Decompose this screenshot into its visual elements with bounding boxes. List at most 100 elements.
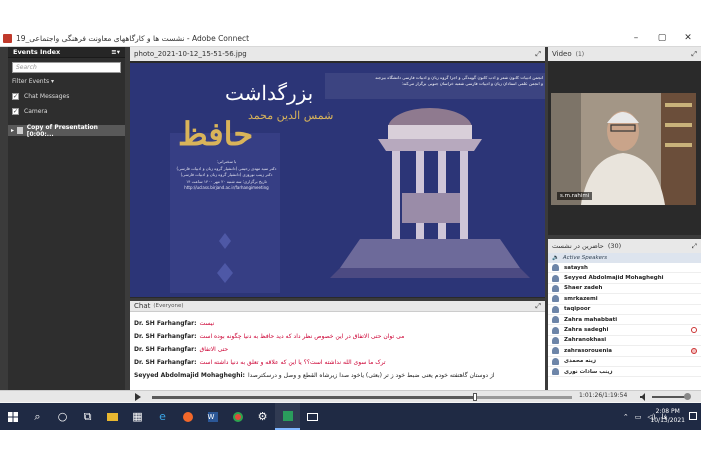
- volume-handle[interactable]: [684, 393, 691, 400]
- attendee-name: Zahra mahabbati: [564, 316, 618, 323]
- video-pod-header: Video (1) ⤢: [548, 47, 701, 61]
- events-index-pod: Events Index ≡▾ Search Filter Events ▾ ✓…: [8, 47, 125, 390]
- cortana-icon[interactable]: ○: [50, 403, 75, 430]
- document-icon: [17, 127, 23, 134]
- minimize-button[interactable]: –: [623, 33, 649, 43]
- checkbox-label: Chat Messages: [24, 93, 70, 100]
- close-button[interactable]: ✕: [675, 33, 701, 43]
- attendee-row[interactable]: Zahra sadeghi: [548, 325, 701, 336]
- edge-icon[interactable]: e: [150, 403, 175, 430]
- status-away-icon: [691, 327, 697, 334]
- chat-pod-header: Chat (Everyone) ⤢: [130, 301, 545, 312]
- file-explorer-icon[interactable]: [100, 403, 125, 430]
- search-icon[interactable]: ⌕: [25, 403, 50, 430]
- fullscreen-icon[interactable]: ⤢: [691, 50, 697, 59]
- chat-text: نیست: [199, 320, 215, 327]
- attendee-row[interactable]: Zahra mahabbati: [548, 315, 701, 326]
- attendee-row[interactable]: zahrasorouenia: [548, 346, 701, 357]
- attendee-name: زینب سادات نوری: [564, 368, 613, 375]
- adobe-connect-window: نشست ها و کارگاههای معاونت فرهنگی واجتما…: [0, 0, 701, 460]
- events-pod-header: Events Index ≡▾: [8, 47, 125, 58]
- chat-message: Dr. SH Farhangfar: نیست: [134, 320, 214, 327]
- user-icon: [552, 368, 559, 376]
- task-view-icon[interactable]: ⧉: [75, 403, 100, 430]
- photos-icon[interactable]: [300, 403, 325, 430]
- seek-handle[interactable]: [473, 393, 478, 401]
- poster-speakers: با سخنرانی: دکتر سید مهدی رحیمی (دانشیار…: [174, 159, 279, 192]
- attendee-row[interactable]: زینب سادات نوری: [548, 367, 701, 378]
- play-icon[interactable]: [135, 393, 141, 401]
- attendee-name: sataysh: [564, 264, 588, 271]
- attendee-row[interactable]: taqipoor: [548, 305, 701, 315]
- volume-icon[interactable]: [640, 393, 648, 401]
- share-pod: photo_2021-10-12_15-51-56.jpg ⤢ بزرگداشت…: [130, 47, 545, 298]
- chat-message-list: Dr. SH Farhangfar: نیست Dr. SH Farhangfar…: [130, 314, 545, 390]
- store-icon[interactable]: ▦: [125, 403, 150, 430]
- meeting-room: Events Index ≡▾ Search Filter Events ▾ ✓…: [0, 47, 701, 390]
- fullscreen-icon[interactable]: ⤢: [692, 242, 697, 251]
- chat-message: Dr. SH Farhangfar: می توان حتی الاتفاق در…: [134, 333, 404, 340]
- attendee-name: Zahra sadeghi: [564, 327, 609, 334]
- attendees-pod-title: حاضرین در نشست: [552, 242, 604, 250]
- shared-image: بزرگداشت شمس الدين محمد حافظ انجمن ادبیا…: [130, 63, 545, 297]
- windows-taskbar: ⌕ ○ ⧉ ▦ e W ⚙ ⌃ ▭ ◁) فا 2:08 PM 10/13/20…: [0, 403, 701, 430]
- user-icon: [552, 326, 559, 334]
- pod-menu-icon[interactable]: ≡▾: [111, 48, 120, 56]
- poster-url: http://uclass.birjand.ac.ir/farhangimeet…: [184, 185, 269, 190]
- settings-gear-icon[interactable]: ⚙: [250, 403, 275, 430]
- attendee-row[interactable]: Shaer zadeh: [548, 284, 701, 295]
- attendee-row[interactable]: Zahranokhasi: [548, 336, 701, 347]
- active-speakers-group: 🔈 Active Speakers: [548, 253, 701, 263]
- chat-sender: Seyyed Abdolmajid Mohagheghi:: [134, 372, 245, 379]
- user-icon: [552, 284, 559, 292]
- attendee-row[interactable]: زینه محمدی: [548, 357, 701, 367]
- seek-progress: [152, 396, 476, 399]
- event-item-presentation[interactable]: ▸ Copy of Presentation [0:00:...: [8, 124, 125, 138]
- chat-message: Dr. SH Farhangfar: حتی الاتفاق: [134, 346, 228, 353]
- checkbox-checked-icon: ✓: [12, 93, 19, 100]
- checkbox-checked-icon: ✓: [12, 108, 19, 115]
- camera-checkbox[interactable]: ✓ Camera: [12, 108, 121, 115]
- chat-sender: Dr. SH Farhangfar:: [134, 320, 197, 327]
- poster-speaker-2: دکتر زینب نوروزی (دانشیار گروه زبان و اد…: [180, 172, 273, 177]
- attendee-row[interactable]: sataysh: [548, 263, 701, 274]
- firefox-icon[interactable]: [175, 403, 200, 430]
- tray-chevron-up-icon[interactable]: ⌃: [623, 413, 629, 421]
- chat-message: Seyyed Abdolmajid Mohagheghi: از دوستان گ…: [134, 372, 495, 379]
- chat-text: می توان حتی الاتفاق در این خصوص نظر داد …: [199, 333, 405, 340]
- attendee-name: zahrasorouenia: [564, 347, 612, 354]
- adobe-connect-taskbar-icon[interactable]: [275, 403, 300, 430]
- poster-description: انجمن ادبیات کانون شعر و ادب کانون گویند…: [325, 75, 543, 87]
- user-icon: [552, 305, 559, 313]
- attendee-row[interactable]: Seyyed Abdolmajid Mohagheghi: [548, 273, 701, 284]
- fullscreen-icon[interactable]: ⤢: [535, 50, 541, 59]
- word-icon[interactable]: W: [200, 403, 225, 430]
- attendees-pod: حاضرین در نشست (30) ⤢ 🔈 Active Speakers …: [548, 239, 701, 390]
- chat-sender: Dr. SH Farhangfar:: [134, 346, 197, 353]
- windows-start-icon[interactable]: [0, 403, 25, 430]
- share-pod-title: photo_2021-10-12_15-51-56.jpg: [134, 50, 247, 58]
- chat-text: ترک ما سوی الله نداشته است؟؟ یا این که ع…: [199, 359, 386, 366]
- expand-arrow-icon[interactable]: ▸: [11, 127, 14, 134]
- fullscreen-icon[interactable]: ⤢: [535, 302, 541, 311]
- attendee-row[interactable]: smrkazemi: [548, 294, 701, 305]
- attendee-name: Shaer zadeh: [564, 285, 603, 292]
- network-icon[interactable]: ▭: [635, 413, 642, 421]
- attendee-name: زینه محمدی: [564, 358, 597, 365]
- chrome-icon[interactable]: [225, 403, 250, 430]
- attendee-list: sataysh Seyyed Abdolmajid Mohagheghi Shaer…: [548, 263, 701, 378]
- clock-date: 10/13/2021: [650, 417, 685, 424]
- poster-heading: بزرگداشت: [225, 81, 314, 105]
- attendee-name: smrkazemi: [564, 295, 598, 302]
- events-search-input[interactable]: Search: [12, 62, 121, 73]
- filter-events-dropdown[interactable]: Filter Events ▾: [12, 78, 121, 85]
- chat-text: از دوستان گاهتفته خودم یعنی ضبط خود ز تر…: [247, 372, 495, 379]
- poster-description-line2: و انجمن علمی استادان زبان و ادبیات فارسی…: [401, 81, 543, 86]
- maximize-button[interactable]: ▢: [649, 33, 675, 43]
- chat-messages-checkbox[interactable]: ✓ Chat Messages: [12, 93, 121, 100]
- user-icon: [552, 264, 559, 272]
- poster-calligraphy: حافظ: [178, 115, 254, 153]
- taskbar-clock[interactable]: 2:08 PM 10/13/2021: [650, 407, 685, 425]
- speaker-icon: 🔈: [552, 255, 559, 261]
- notification-icon[interactable]: [689, 412, 697, 420]
